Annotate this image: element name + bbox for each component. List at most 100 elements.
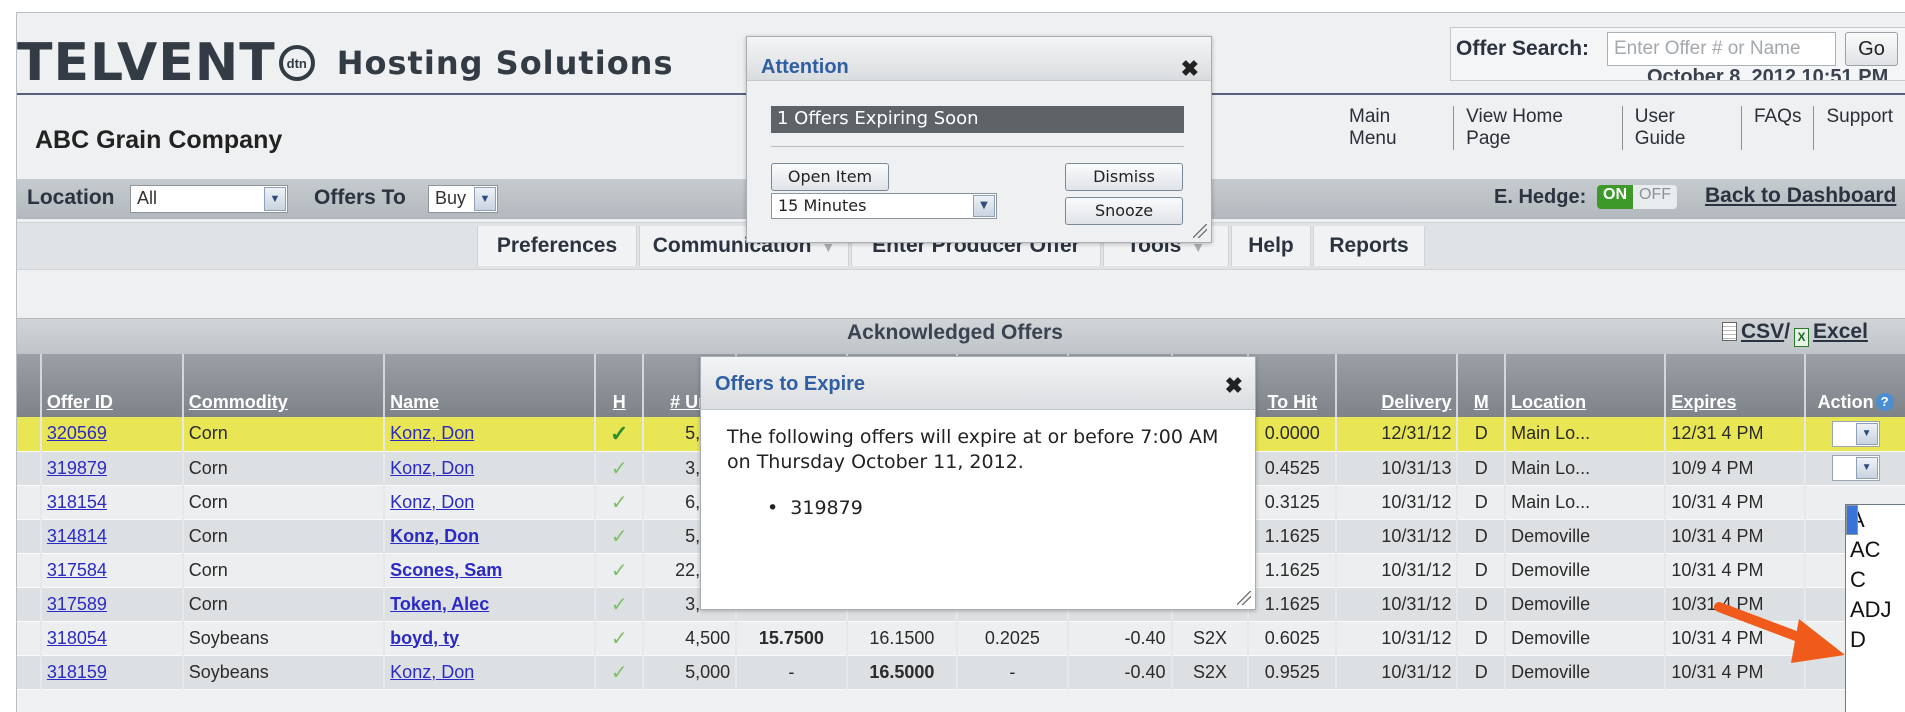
cell-name[interactable]: Konz, Don	[384, 519, 597, 554]
action-select[interactable]: ▼	[1831, 455, 1880, 481]
attention-message[interactable]: 1 Offers Expiring Soon	[771, 106, 1184, 133]
offer-id-link[interactable]: 319879	[47, 458, 107, 478]
cell-name[interactable]: Konz, Don	[384, 485, 597, 520]
cell-commodity: Corn	[182, 485, 386, 520]
offer-id-link[interactable]: 318154	[47, 492, 107, 512]
link-faqs[interactable]: FAQs	[1742, 106, 1815, 150]
offer-id-link[interactable]: 318159	[47, 662, 107, 682]
cell-basis: -0.40	[1067, 655, 1173, 690]
col-name[interactable]: Name	[384, 354, 597, 417]
checkmark-icon: ✓	[610, 491, 628, 514]
col-commodity[interactable]: Commodity	[182, 354, 386, 417]
cell-name[interactable]: Konz, Don	[384, 451, 597, 486]
resize-grip-icon[interactable]	[1193, 224, 1207, 238]
menu-reports[interactable]: Reports	[1313, 226, 1425, 266]
go-button[interactable]: Go	[1845, 32, 1898, 66]
help-icon[interactable]: ?	[1875, 393, 1894, 411]
cell-offer-id[interactable]: 317584	[40, 553, 184, 588]
producer-name-link[interactable]: boyd, ty	[390, 628, 459, 648]
ehedge-toggle[interactable]: ON OFF	[1597, 185, 1677, 209]
offer-id-link[interactable]: 317589	[47, 594, 107, 614]
offers-to-label: Offers To	[314, 186, 406, 209]
header-lead	[17, 354, 42, 417]
cell-commodity: Corn	[182, 553, 386, 588]
col-offer-id[interactable]: Offer ID	[40, 354, 184, 417]
table-row[interactable]: 318159 Soybeans Konz, Don ✓ 5,000-16.5000- -0…	[17, 655, 1905, 690]
col-to-hit[interactable]: To Hit	[1248, 354, 1338, 417]
producer-name-link[interactable]: Token, Alec	[390, 594, 489, 614]
offer-id-link[interactable]: 314814	[47, 526, 107, 546]
checkmark-icon: ✓	[610, 559, 628, 582]
cell-h: ✓	[595, 417, 645, 452]
link-view-home-page[interactable]: View Home Page	[1454, 106, 1623, 150]
col-expires[interactable]: Expires	[1665, 354, 1807, 417]
cell-basis: -0.40	[1067, 621, 1173, 656]
producer-name-link[interactable]: Konz, Don	[390, 526, 479, 546]
cell-offer-id[interactable]: 319879	[40, 451, 184, 486]
excel-link[interactable]: Excel	[1813, 320, 1868, 343]
link-user-guide[interactable]: User Guide	[1623, 106, 1742, 150]
cell-name[interactable]: boyd, ty	[384, 621, 597, 656]
cell-delivery: 12/31/12	[1336, 417, 1459, 452]
producer-name-link[interactable]: Konz, Don	[390, 423, 474, 443]
cell-name[interactable]: Konz, Don	[384, 417, 597, 452]
producer-name-link[interactable]: Scones, Sam	[390, 560, 502, 580]
cell-offer-id[interactable]: 318054	[40, 621, 184, 656]
cell-offer-id[interactable]: 317589	[40, 587, 184, 622]
cell-offer-id[interactable]: 318154	[40, 485, 184, 520]
cell-location: Demoville	[1505, 655, 1667, 690]
link-main-menu[interactable]: Main Menu	[1337, 106, 1455, 150]
cell-offer-id[interactable]: 320569	[40, 417, 184, 452]
producer-name-link[interactable]: Konz, Don	[390, 458, 474, 478]
snooze-button[interactable]: Snooze	[1065, 197, 1183, 225]
action-option[interactable]: ADJ	[1846, 595, 1905, 625]
open-item-button[interactable]: Open Item	[771, 163, 889, 191]
orange-arrow-annotation	[1714, 602, 1845, 663]
location-select[interactable]: All ▼	[130, 185, 288, 213]
close-icon[interactable]: ✖	[1181, 56, 1199, 82]
offers-to-select[interactable]: Buy ▼	[428, 185, 498, 213]
menu-preferences[interactable]: Preferences	[477, 226, 637, 266]
row-lead	[17, 417, 42, 452]
action-option[interactable]	[1846, 505, 1858, 535]
cell-to-hit: 0.0000	[1248, 417, 1338, 452]
row-lead	[17, 655, 42, 690]
offer-id-link[interactable]: 317584	[47, 560, 107, 580]
snooze-duration-select[interactable]: 15 Minutes ▼	[771, 193, 997, 219]
offer-id-link[interactable]: 320569	[47, 423, 107, 443]
table-row[interactable]: 318054 Soybeans boyd, ty ✓ 4,500 15.7500 16.15…	[17, 621, 1905, 656]
producer-name-link[interactable]: Konz, Don	[390, 492, 474, 512]
checkmark-icon: ✓	[610, 627, 628, 650]
link-support[interactable]: Support	[1814, 106, 1905, 150]
col-m[interactable]: M	[1457, 354, 1507, 417]
cell-expires: 10/31 4 PM	[1665, 553, 1807, 588]
csv-file-icon	[1722, 322, 1737, 341]
csv-link[interactable]: CSV	[1741, 320, 1784, 343]
cell-to-hit: 1.1625	[1248, 553, 1338, 588]
resize-grip-icon[interactable]	[1237, 591, 1251, 605]
dismiss-button[interactable]: Dismiss	[1065, 163, 1183, 191]
col-delivery[interactable]: Delivery	[1336, 354, 1459, 417]
col-h[interactable]: H	[595, 354, 645, 417]
offer-search-input[interactable]	[1607, 32, 1836, 66]
cell-name[interactable]: Token, Alec	[384, 587, 597, 622]
cell-offer-id[interactable]: 318159	[40, 655, 184, 690]
cell-name[interactable]: Konz, Don	[384, 655, 597, 690]
close-icon[interactable]: ✖	[1225, 373, 1243, 399]
cell-units: 4,500	[643, 621, 738, 656]
menu-help[interactable]: Help	[1231, 226, 1311, 266]
action-option[interactable]: C	[1846, 565, 1905, 595]
cell-name[interactable]: Scones, Sam	[384, 553, 597, 588]
producer-name-link[interactable]: Konz, Don	[390, 662, 474, 682]
action-option[interactable]: AC	[1846, 535, 1905, 565]
action-select[interactable]: ▼	[1831, 420, 1880, 447]
cell-futures: S2X	[1171, 621, 1250, 656]
offer-id-link[interactable]: 318054	[47, 628, 107, 648]
cell-to-hit: 0.6025	[1248, 621, 1338, 656]
action-option[interactable]: D	[1846, 625, 1905, 655]
cell-commodity: Corn	[182, 417, 386, 452]
back-to-dashboard-link[interactable]: Back to Dashboard	[1705, 184, 1896, 208]
cell-offer-id[interactable]: 314814	[40, 519, 184, 554]
checkmark-icon: ✓	[609, 420, 629, 446]
col-location[interactable]: Location	[1505, 354, 1667, 417]
